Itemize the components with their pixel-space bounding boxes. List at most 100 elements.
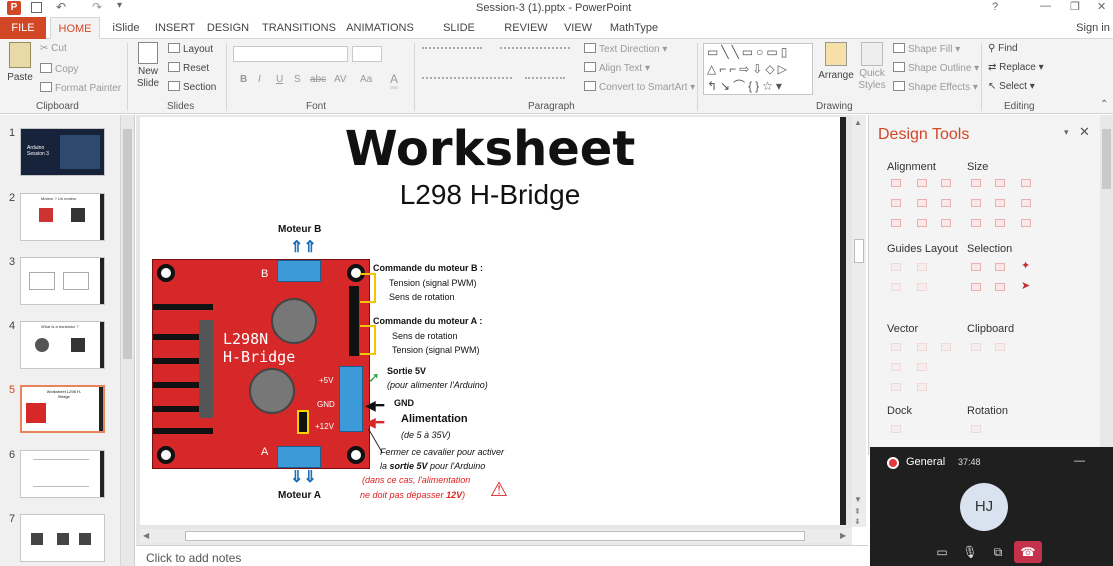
share-screen-icon[interactable]: ⧉ xyxy=(986,545,1010,563)
size-icon[interactable] xyxy=(995,219,1005,227)
thumbnail-scrollbar[interactable] xyxy=(120,115,134,566)
text-direction-button[interactable]: Text Direction ▾ xyxy=(584,43,667,55)
tab-review[interactable]: REVIEW xyxy=(503,17,549,39)
scroll-right-icon[interactable]: ▶ xyxy=(840,531,846,540)
tab-home[interactable]: HOME xyxy=(50,17,100,39)
guide-icon[interactable] xyxy=(917,283,927,291)
vector-icon[interactable] xyxy=(941,343,951,351)
size-both-icon[interactable] xyxy=(1021,179,1031,187)
rotation-icon[interactable] xyxy=(971,425,981,433)
tab-insert[interactable]: INSERT xyxy=(153,17,197,39)
horizontal-scroll-thumb[interactable] xyxy=(185,531,805,541)
guide-icon[interactable] xyxy=(891,283,901,291)
vector-icon[interactable] xyxy=(891,383,901,391)
tab-file[interactable]: FILE xyxy=(0,17,46,39)
bold-button[interactable]: B xyxy=(240,74,247,85)
layout-button[interactable]: Layout xyxy=(168,43,213,55)
sign-in-link[interactable]: Sign in xyxy=(1074,17,1112,39)
select-icon[interactable] xyxy=(971,283,981,291)
select-similar-icon[interactable] xyxy=(995,263,1005,271)
notes-pane[interactable]: Click to add notes xyxy=(136,545,868,566)
size-icon[interactable] xyxy=(1021,219,1031,227)
dock-icon[interactable] xyxy=(891,425,901,433)
shadow-button[interactable]: S xyxy=(294,74,301,85)
columns-button[interactable] xyxy=(525,77,565,89)
align-right-icon[interactable] xyxy=(941,179,951,187)
camera-off-icon[interactable]: ▭ xyxy=(930,545,954,563)
magic-wand-icon[interactable]: ✦ xyxy=(1021,259,1030,272)
tab-view[interactable]: VIEW xyxy=(561,17,595,39)
vertical-scrollbar[interactable]: ▲ ▼ ⇞ ⇟ xyxy=(852,115,866,527)
clipboard-copy-icon[interactable] xyxy=(971,343,981,351)
vector-icon[interactable] xyxy=(917,363,927,371)
shape-fill-button[interactable]: Shape Fill ▾ xyxy=(893,43,960,55)
size-icon[interactable] xyxy=(1021,199,1031,207)
align-left-icon[interactable] xyxy=(891,179,901,187)
undo-icon[interactable]: ↶ xyxy=(56,0,66,14)
replace-button[interactable]: ⇄ Replace ▾ xyxy=(988,62,1044,73)
minimize-button[interactable]: — xyxy=(1040,0,1051,12)
slide-subtitle[interactable]: L298 H-Bridge xyxy=(340,179,640,211)
vector-icon[interactable] xyxy=(917,343,927,351)
quick-styles-button[interactable]: Quick Styles xyxy=(857,42,887,92)
restore-button[interactable]: ❐ xyxy=(1070,0,1080,13)
scroll-up-icon[interactable]: ▲ xyxy=(854,118,862,127)
shapes-gallery[interactable]: ▭╲╲▭○▭▯ △⌐⌐⇨⇩◇▷ ↰↘⌒{}☆▾ xyxy=(703,43,813,95)
cursor-icon[interactable]: ➤ xyxy=(1021,279,1030,292)
bullets-button[interactable] xyxy=(422,47,482,59)
slide-thumbnail-3[interactable] xyxy=(20,257,105,305)
cut-button[interactable]: ✂ Cut xyxy=(40,43,67,54)
select-icon[interactable] xyxy=(995,283,1005,291)
slide-thumbnail-7[interactable] xyxy=(20,514,105,562)
reset-button[interactable]: Reset xyxy=(168,62,209,74)
new-slide-button[interactable]: New Slide xyxy=(134,42,162,90)
underline-button[interactable]: U xyxy=(276,74,283,85)
thumbnail-scroll-thumb[interactable] xyxy=(123,129,132,359)
slide-title[interactable]: Worksheet xyxy=(340,121,640,177)
slide-canvas[interactable]: Worksheet L298 H-Bridge Moteur B Moteur … xyxy=(140,117,846,525)
slide-thumbnail-2[interactable]: Moteur ? Un moteur xyxy=(20,193,105,241)
tab-animations[interactable]: ANIMATIONS xyxy=(345,17,415,39)
char-spacing-button[interactable]: AV xyxy=(334,74,347,85)
align-bottom-icon[interactable] xyxy=(941,199,951,207)
prev-slide-icon[interactable]: ⇞ xyxy=(854,507,861,516)
align-center-icon[interactable] xyxy=(917,179,927,187)
collapse-ribbon-icon[interactable]: ⌃ xyxy=(1100,99,1108,110)
paste-button[interactable]: Paste xyxy=(5,42,35,94)
save-icon[interactable] xyxy=(31,2,42,13)
size-height-icon[interactable] xyxy=(995,179,1005,187)
size-width-icon[interactable] xyxy=(971,179,981,187)
change-case-button[interactable]: Aa xyxy=(360,74,372,85)
slide-thumbnail-4[interactable]: What is a transistor ? xyxy=(20,321,105,369)
pane-scrollbar[interactable] xyxy=(1100,115,1113,455)
guide-icon[interactable] xyxy=(891,263,901,271)
tab-design[interactable]: DESIGN xyxy=(205,17,251,39)
select-same-icon[interactable] xyxy=(971,263,981,271)
slide-thumbnail-6[interactable] xyxy=(20,450,105,498)
arrange-button[interactable]: Arrange xyxy=(818,42,854,81)
italic-button[interactable]: I xyxy=(258,74,261,85)
select-button[interactable]: ↖ Select ▾ xyxy=(988,81,1035,92)
teams-call-window[interactable]: General 37:48 — HJ ▭ 🎙 ⧉ ☎ xyxy=(870,447,1113,566)
distribute-v-icon[interactable] xyxy=(917,219,927,227)
hang-up-button[interactable]: ☎ xyxy=(1014,541,1042,563)
minimize-call-button[interactable]: — xyxy=(1074,455,1085,467)
shape-effects-button[interactable]: Shape Effects ▾ xyxy=(893,81,978,93)
close-window-button[interactable]: ✕ xyxy=(1097,0,1106,13)
section-button[interactable]: Section xyxy=(168,81,216,93)
horizontal-scrollbar[interactable]: ◀ ▶ xyxy=(140,529,852,543)
size-icon[interactable] xyxy=(971,219,981,227)
guide-icon[interactable] xyxy=(917,263,927,271)
vector-icon[interactable] xyxy=(891,363,901,371)
vector-icon[interactable] xyxy=(891,343,901,351)
format-painter-button[interactable]: Format Painter xyxy=(40,82,121,94)
redo-icon[interactable]: ↷ xyxy=(92,0,102,14)
align-text-button[interactable]: Align Text ▾ xyxy=(584,62,650,74)
indent-buttons[interactable] xyxy=(500,47,570,59)
vector-icon[interactable] xyxy=(917,383,927,391)
distribute-h-icon[interactable] xyxy=(891,219,901,227)
align-slide-icon[interactable] xyxy=(941,219,951,227)
slide-thumbnail-5-selected[interactable]: Worksheet L298 H-Bridge xyxy=(20,385,105,433)
find-button[interactable]: ⚲ Find xyxy=(988,43,1018,54)
pane-options-icon[interactable]: ▾ xyxy=(1064,127,1069,138)
